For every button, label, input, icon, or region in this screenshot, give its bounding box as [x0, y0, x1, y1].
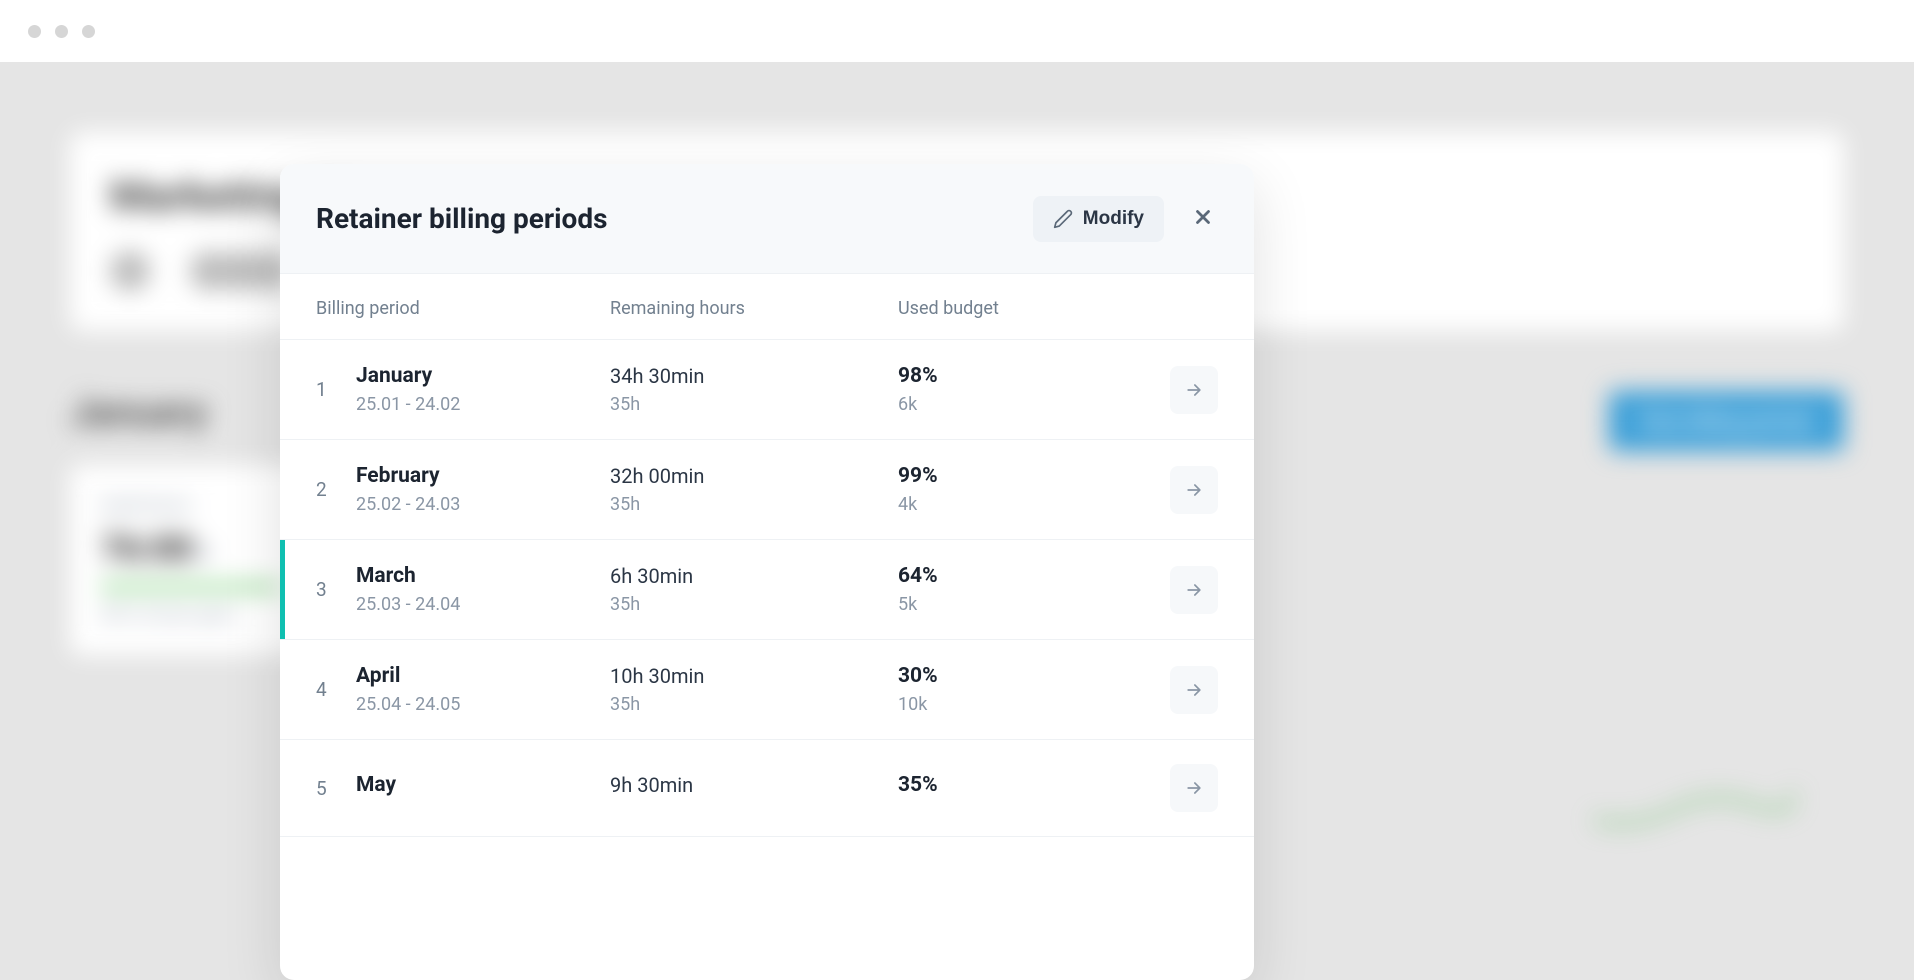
arrow-right-icon: [1184, 680, 1204, 700]
row-open-button[interactable]: [1170, 566, 1218, 614]
cell-hours: 10h 30min 35h: [610, 664, 898, 715]
row-open-button[interactable]: [1170, 764, 1218, 812]
row-open-button[interactable]: [1170, 466, 1218, 514]
chrome-dot: [55, 25, 68, 38]
chrome-dot: [28, 25, 41, 38]
period-name: May: [356, 773, 610, 797]
bg-used-hours-unit: h: [197, 538, 211, 568]
cell-period: March 25.03 - 24.04: [356, 564, 610, 615]
period-dates: 25.03 - 24.04: [356, 594, 610, 615]
bg-used-hours-value: 76:00: [100, 528, 193, 570]
cell-budget: 99% 4k: [898, 464, 1154, 515]
row-index: 1: [316, 378, 356, 401]
cell-period: February 25.02 - 24.03: [356, 464, 610, 515]
column-header-period: Billing period: [316, 298, 610, 319]
chrome-dot: [82, 25, 95, 38]
hours-total: 35h: [610, 594, 898, 615]
cell-hours: 9h 30min: [610, 773, 898, 803]
table-row[interactable]: 5 May 9h 30min 35%: [280, 740, 1254, 837]
column-header-budget: Used budget: [898, 298, 1154, 319]
table-header: Billing period Remaining hours Used budg…: [280, 274, 1254, 340]
close-icon: [1192, 206, 1214, 228]
period-name: March: [356, 564, 610, 588]
period-name: February: [356, 464, 610, 488]
hours-used: 9h 30min: [610, 773, 898, 797]
hours-total: 35h: [610, 494, 898, 515]
table-row[interactable]: 2 February 25.02 - 24.03 32h 00min 35h 9…: [280, 440, 1254, 540]
hours-total: 35h: [610, 394, 898, 415]
column-header-hours: Remaining hours: [610, 298, 898, 319]
hours-used: 34h 30min: [610, 364, 898, 388]
cell-budget: 64% 5k: [898, 564, 1154, 615]
arrow-right-icon: [1184, 380, 1204, 400]
row-index: 4: [316, 678, 356, 701]
row-open-button[interactable]: [1170, 666, 1218, 714]
table-body: 1 January 25.01 - 24.02 34h 30min 35h 98…: [280, 340, 1254, 980]
budget-percent: 35%: [898, 773, 1154, 797]
budget-percent: 64%: [898, 564, 1154, 588]
cell-period: January 25.01 - 24.02: [356, 364, 610, 415]
budget-percent: 98%: [898, 364, 1154, 388]
row-index: 2: [316, 478, 356, 501]
pencil-icon: [1053, 209, 1073, 229]
budget-amount: 4k: [898, 494, 1154, 515]
cell-budget: 35%: [898, 773, 1154, 803]
budget-amount: 6k: [898, 394, 1154, 415]
table-row[interactable]: 1 January 25.01 - 24.02 34h 30min 35h 98…: [280, 340, 1254, 440]
hours-used: 10h 30min: [610, 664, 898, 688]
cell-budget: 98% 6k: [898, 364, 1154, 415]
cell-hours: 34h 30min 35h: [610, 364, 898, 415]
arrow-right-icon: [1184, 778, 1204, 798]
cell-period: April 25.04 - 24.05: [356, 664, 610, 715]
row-index: 3: [316, 578, 356, 601]
period-dates: 25.02 - 24.03: [356, 494, 610, 515]
cell-hours: 6h 30min 35h: [610, 564, 898, 615]
hours-used: 32h 00min: [610, 464, 898, 488]
row-index: 5: [316, 777, 356, 800]
arrow-right-icon: [1184, 480, 1204, 500]
billing-periods-modal: Retainer billing periods Modify Billing …: [280, 164, 1254, 980]
bg-sparkline: [1594, 780, 1794, 840]
table-row[interactable]: 3 March 25.03 - 24.04 6h 30min 35h 64% 5…: [280, 540, 1254, 640]
budget-percent: 99%: [898, 464, 1154, 488]
modify-button[interactable]: Modify: [1033, 196, 1164, 242]
cell-budget: 30% 10k: [898, 664, 1154, 715]
bg-view-billing-button[interactable]: View billing periods: [1609, 391, 1845, 451]
row-open-button[interactable]: [1170, 366, 1218, 414]
hours-total: 35h: [610, 694, 898, 715]
browser-chrome: [0, 0, 1914, 62]
period-name: January: [356, 364, 610, 388]
cell-period: May: [356, 773, 610, 803]
period-dates: 25.04 - 24.05: [356, 694, 610, 715]
table-row[interactable]: 4 April 25.04 - 24.05 10h 30min 35h 30% …: [280, 640, 1254, 740]
budget-percent: 30%: [898, 664, 1154, 688]
modal-header: Retainer billing periods Modify: [280, 164, 1254, 274]
period-name: April: [356, 664, 610, 688]
budget-amount: 10k: [898, 694, 1154, 715]
hours-used: 6h 30min: [610, 564, 898, 588]
app-background: Marketing re January Used hours 76:00 h: [0, 62, 1914, 980]
period-dates: 25.01 - 24.02: [356, 394, 610, 415]
cell-hours: 32h 00min 35h: [610, 464, 898, 515]
modal-title: Retainer billing periods: [316, 202, 607, 235]
modify-button-label: Modify: [1083, 208, 1144, 230]
arrow-right-icon: [1184, 580, 1204, 600]
close-button[interactable]: [1188, 202, 1218, 235]
budget-amount: 5k: [898, 594, 1154, 615]
